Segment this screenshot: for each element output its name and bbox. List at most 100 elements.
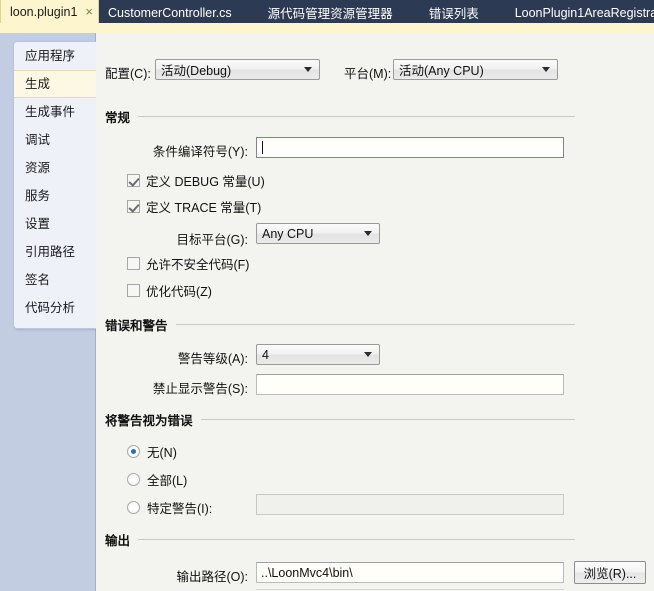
treat-warnings-specific-radio[interactable]: 特定警告(I): bbox=[127, 498, 212, 517]
treat-warnings-section-title: 将警告视为错误 bbox=[105, 414, 193, 428]
checkbox-icon bbox=[127, 174, 140, 187]
sidebar-item-signing[interactable]: 签名 bbox=[14, 266, 96, 294]
section-rule bbox=[138, 539, 575, 540]
warning-level-label-row: 警告等级(A): bbox=[96, 348, 248, 367]
tab-source-control-explorer[interactable]: 源代码管理资源管理器 bbox=[259, 2, 402, 23]
sidebar-item-code-analysis[interactable]: 代码分析 bbox=[14, 294, 96, 322]
project-properties-window: loon.plugin1 × CustomerController.cs 源代码… bbox=[0, 0, 654, 591]
sidebar-item-label: 引用路径 bbox=[25, 245, 76, 259]
properties-category-panel: 应用程序 生成 生成事件 调试 资源 服务 设置 引用路径 签名 代码分析 bbox=[0, 33, 96, 591]
output-section-title: 输出 bbox=[105, 534, 131, 548]
radio-icon bbox=[127, 473, 140, 486]
optimize-code-label: 优化代码(Z) bbox=[146, 285, 212, 299]
close-icon[interactable]: × bbox=[85, 5, 93, 18]
define-debug-checkbox[interactable]: 定义 DEBUG 常量(U) bbox=[127, 171, 265, 190]
sidebar-item-label: 调试 bbox=[25, 133, 51, 147]
warning-level-select[interactable]: 4 bbox=[256, 344, 380, 365]
sidebar-item-resources[interactable]: 资源 bbox=[14, 154, 96, 182]
sidebar-item-reference-paths[interactable]: 引用路径 bbox=[14, 238, 96, 266]
properties-category-list: 应用程序 生成 生成事件 调试 资源 服务 设置 引用路径 签名 代码分析 bbox=[13, 41, 96, 329]
allow-unsafe-code-checkbox[interactable]: 允许不安全代码(F) bbox=[127, 254, 249, 273]
sidebar-item-build-events[interactable]: 生成事件 bbox=[14, 98, 96, 126]
tab-strip-underline bbox=[0, 23, 654, 33]
sidebar-item-label: 应用程序 bbox=[25, 49, 76, 63]
chevron-down-icon bbox=[364, 352, 372, 357]
conditional-symbols-input[interactable] bbox=[256, 137, 564, 158]
sidebar-item-label: 服务 bbox=[25, 189, 51, 203]
warning-level-value: 4 bbox=[262, 347, 269, 362]
define-trace-checkbox[interactable]: 定义 TRACE 常量(T) bbox=[127, 197, 261, 216]
sidebar-item-application[interactable]: 应用程序 bbox=[14, 42, 96, 70]
suppress-warnings-input[interactable] bbox=[256, 374, 564, 395]
checkbox-icon bbox=[127, 284, 140, 297]
warning-level-label: 警告等级(A): bbox=[177, 352, 248, 366]
target-platform-label-row: 目标平台(G): bbox=[96, 229, 248, 248]
treat-warnings-specific-input[interactable] bbox=[256, 494, 564, 515]
sidebar-item-label: 签名 bbox=[25, 273, 51, 287]
editor-tab-strip: loon.plugin1 × CustomerController.cs 源代码… bbox=[0, 0, 654, 23]
allow-unsafe-code-label: 允许不安全代码(F) bbox=[146, 258, 250, 272]
section-rule bbox=[200, 419, 575, 420]
output-path-input[interactable]: ..\LoonMvc4\bin\ bbox=[256, 562, 564, 583]
treat-warnings-all-radio[interactable]: 全部(L) bbox=[127, 470, 187, 489]
checkbox-icon bbox=[127, 200, 140, 213]
target-platform-select[interactable]: Any CPU bbox=[256, 223, 380, 244]
tab-label: CustomerController.cs bbox=[108, 5, 232, 20]
define-debug-label: 定义 DEBUG 常量(U) bbox=[146, 175, 265, 189]
output-path-label-row: 输出路径(O): bbox=[96, 566, 248, 585]
sidebar-item-label: 代码分析 bbox=[25, 301, 76, 315]
output-path-label: 输出路径(O): bbox=[176, 570, 248, 584]
tab-error-list[interactable]: 错误列表 bbox=[420, 2, 488, 23]
section-rule bbox=[138, 116, 575, 117]
define-trace-label: 定义 TRACE 常量(T) bbox=[146, 201, 262, 215]
sidebar-item-debug[interactable]: 调试 bbox=[14, 126, 96, 154]
chevron-down-icon bbox=[364, 231, 372, 236]
tab-loon-plugin1-area-registration[interactable]: LoonPlugin1AreaRegistrat bbox=[506, 2, 654, 23]
suppress-warnings-label: 禁止显示警告(S): bbox=[152, 382, 248, 396]
optimize-code-checkbox[interactable]: 优化代码(Z) bbox=[127, 281, 212, 300]
tab-label: LoonPlugin1AreaRegistrat bbox=[514, 5, 654, 20]
tab-label: 错误列表 bbox=[428, 7, 479, 21]
sidebar-item-label: 生成 bbox=[25, 77, 51, 91]
suppress-warnings-label-row: 禁止显示警告(S): bbox=[96, 378, 248, 397]
sidebar-item-services[interactable]: 服务 bbox=[14, 182, 96, 210]
radio-icon bbox=[127, 445, 140, 458]
output-section-header: 输出 bbox=[105, 530, 575, 549]
configuration-row: 配置(C): bbox=[105, 63, 151, 82]
build-settings-pane: 配置(C): 活动(Debug) 平台(M): 活动(Any CPU) 常规 条… bbox=[96, 33, 654, 591]
treat-warnings-specific-label: 特定警告(I): bbox=[147, 502, 213, 516]
sidebar-item-label: 设置 bbox=[25, 217, 51, 231]
browse-button-label: 浏览(R)... bbox=[583, 567, 637, 581]
tab-customer-controller[interactable]: CustomerController.cs bbox=[99, 2, 241, 23]
configuration-select[interactable]: 活动(Debug) bbox=[155, 59, 320, 80]
tab-label: loon.plugin1 bbox=[10, 4, 78, 19]
target-platform-value: Any CPU bbox=[262, 226, 314, 241]
target-platform-label: 目标平台(G): bbox=[176, 233, 248, 247]
sidebar-item-label: 资源 bbox=[25, 161, 51, 175]
sidebar-item-label: 生成事件 bbox=[25, 105, 76, 119]
sidebar-item-settings[interactable]: 设置 bbox=[14, 210, 96, 238]
text-caret bbox=[262, 141, 263, 154]
sidebar-item-build[interactable]: 生成 bbox=[14, 70, 96, 98]
treat-warnings-all-label: 全部(L) bbox=[147, 474, 188, 488]
checkbox-icon bbox=[127, 257, 140, 270]
output-path-value: ..\LoonMvc4\bin\ bbox=[261, 565, 353, 580]
chevron-down-icon bbox=[542, 67, 550, 72]
platform-row: 平台(M): bbox=[344, 63, 391, 82]
chevron-down-icon bbox=[304, 67, 312, 72]
platform-select[interactable]: 活动(Any CPU) bbox=[393, 59, 558, 80]
radio-icon bbox=[127, 501, 140, 514]
browse-button[interactable]: 浏览(R)... bbox=[574, 561, 646, 584]
tab-loon-plugin1[interactable]: loon.plugin1 × bbox=[0, 0, 100, 23]
errors-warnings-section-title: 错误和警告 bbox=[105, 319, 168, 333]
platform-value: 活动(Any CPU) bbox=[399, 64, 484, 78]
tab-label: 源代码管理资源管理器 bbox=[267, 7, 393, 21]
treat-warnings-none-radio[interactable]: 无(N) bbox=[127, 442, 177, 461]
next-field-edge bbox=[256, 589, 564, 590]
treat-warnings-section-header: 将警告视为错误 bbox=[105, 410, 575, 429]
conditional-symbols-label: 条件编译符号(Y): bbox=[152, 145, 248, 159]
platform-label: 平台(M): bbox=[344, 67, 392, 81]
section-rule bbox=[175, 324, 575, 325]
errors-warnings-section-header: 错误和警告 bbox=[105, 315, 575, 334]
configuration-value: 活动(Debug) bbox=[161, 64, 232, 78]
